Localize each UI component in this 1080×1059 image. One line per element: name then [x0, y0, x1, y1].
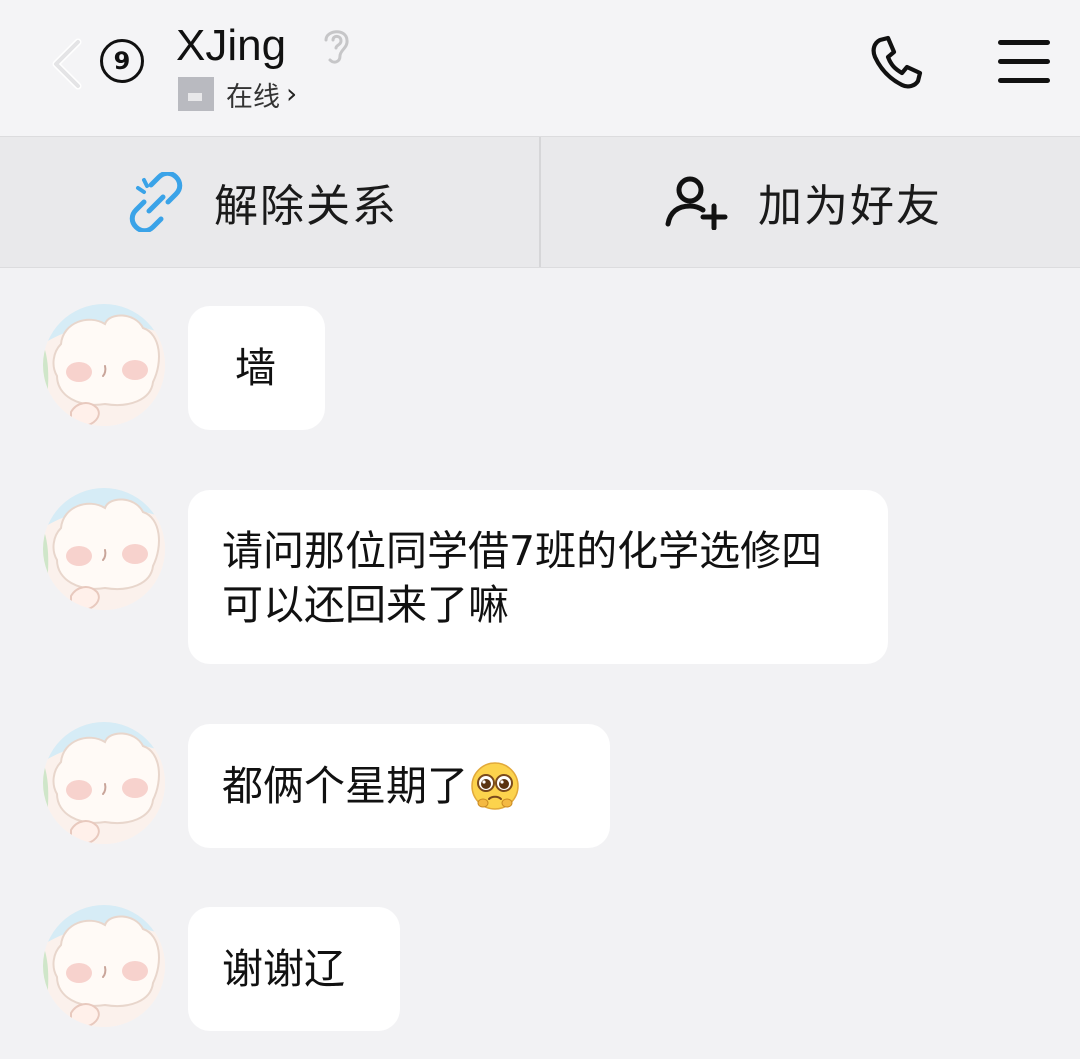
- message-bubble[interactable]: 谢谢辽: [188, 907, 400, 1031]
- avatar[interactable]: [43, 304, 165, 426]
- unlink-label: 解除关系: [214, 181, 398, 232]
- phone-icon: [871, 35, 923, 89]
- avatar[interactable]: [43, 722, 165, 844]
- add-person-icon: [665, 176, 728, 230]
- online-status[interactable]: 在线 ›: [178, 76, 298, 113]
- status-thumbnail: [178, 77, 214, 111]
- menu-button[interactable]: [996, 36, 1052, 88]
- add-friend-label: 加为好友: [758, 181, 942, 232]
- chevron-right-icon: ›: [286, 77, 298, 110]
- message-text: 都俩个星期了: [222, 762, 468, 810]
- message-bubble[interactable]: 都俩个星期了: [188, 724, 610, 848]
- unlink-relationship-button[interactable]: 解除关系: [128, 137, 398, 267]
- action-divider: [539, 137, 541, 267]
- back-button[interactable]: [44, 32, 92, 96]
- broken-link-icon: [129, 172, 183, 232]
- message-bubble[interactable]: 墙: [188, 306, 325, 430]
- status-text: 在线: [226, 81, 280, 113]
- contact-name[interactable]: XJing: [176, 18, 286, 74]
- unread-count-badge[interactable]: 9: [100, 39, 144, 83]
- avatar[interactable]: [43, 905, 165, 1027]
- avatar[interactable]: [43, 488, 165, 610]
- message-bubble[interactable]: 请问那位同学借7班的化学选修四可以还回来了嘛: [188, 490, 888, 664]
- hamburger-menu-icon: [998, 40, 1050, 83]
- add-friend-button[interactable]: 加为好友: [664, 137, 942, 267]
- ear-icon: [324, 30, 349, 64]
- pleading-face-emoji-icon: [471, 762, 519, 810]
- back-chevron-icon: [52, 38, 82, 90]
- phone-call-button[interactable]: [866, 32, 926, 92]
- chat-header: 9 XJing 在线 ›: [0, 0, 1080, 136]
- relationship-action-bar: 解除关系 加为好友: [0, 136, 1080, 268]
